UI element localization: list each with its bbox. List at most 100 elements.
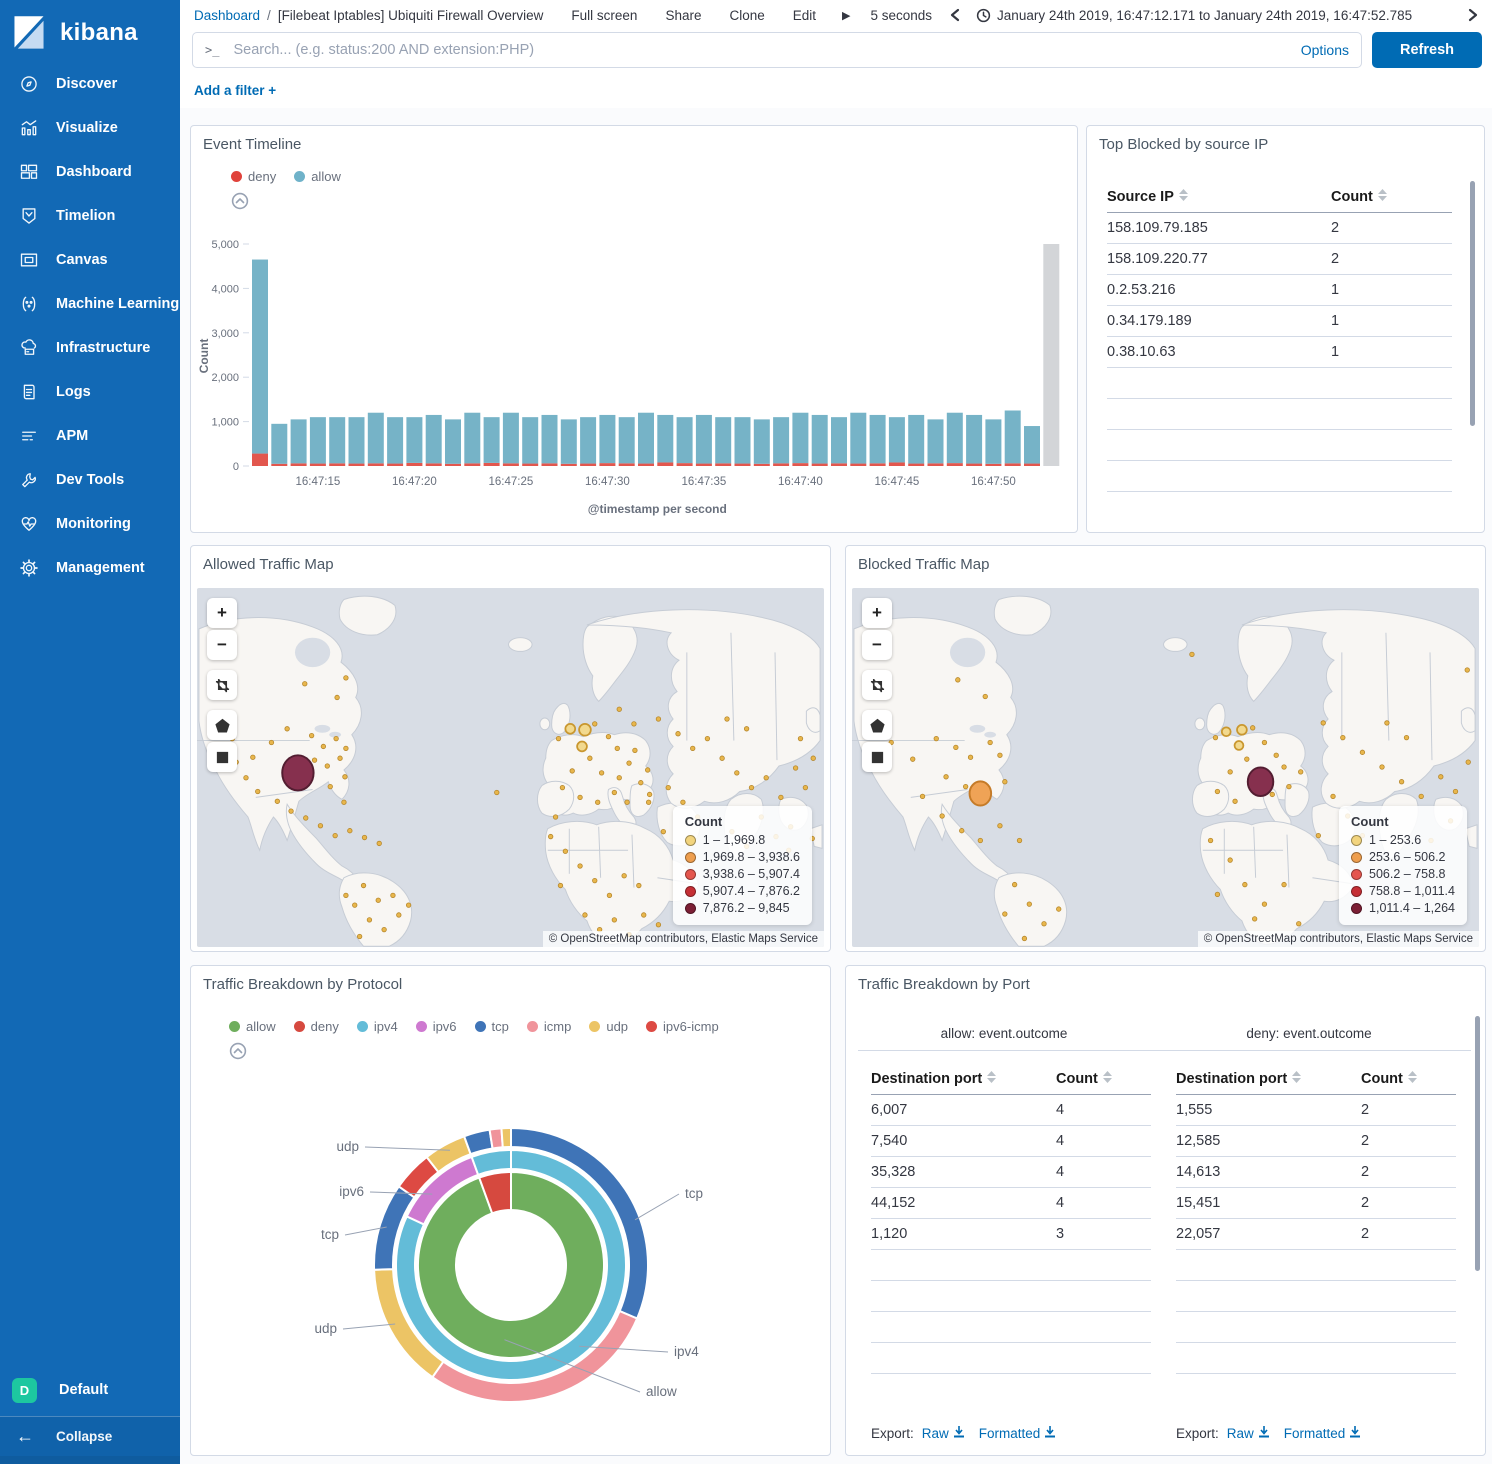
management-icon [18, 557, 40, 579]
legend-item[interactable]: icmp [527, 1019, 571, 1034]
menu-clone[interactable]: Clone [729, 8, 764, 23]
time-back-icon[interactable] [950, 8, 960, 22]
scrollbar[interactable] [1470, 181, 1475, 426]
legend-label: 1,011.4 – 1,264 [1369, 900, 1455, 917]
kibana-logo[interactable]: kibana [0, 0, 180, 62]
options-link[interactable]: Options [1301, 42, 1349, 58]
sidebar-item-apm[interactable]: APM [0, 414, 180, 458]
sidebar-item-discover[interactable]: Discover [0, 62, 180, 106]
column-header[interactable]: Count [1056, 1071, 1098, 1087]
refresh-button[interactable]: Refresh [1372, 32, 1482, 68]
legend-label: ipv6 [433, 1019, 457, 1034]
legend-label: 253.6 – 506.2 [1369, 849, 1445, 866]
column-header[interactable]: Destination port [871, 1071, 982, 1087]
cell: 35,328 [871, 1164, 1056, 1180]
sidebar-item-label: Dev Tools [56, 472, 124, 488]
sidebar-item-visualize[interactable]: Visualize [0, 106, 180, 150]
breadcrumb-dashboard[interactable]: Dashboard [194, 8, 260, 23]
legend-item[interactable]: ipv4 [357, 1019, 398, 1034]
cell: 2 [1361, 1164, 1369, 1180]
cell: 0.34.179.189 [1107, 313, 1331, 329]
menu-edit[interactable]: Edit [793, 8, 816, 23]
export-raw-link[interactable]: Raw [1227, 1426, 1270, 1441]
sidebar-item-management[interactable]: Management [0, 546, 180, 590]
legend-collapse-icon[interactable] [231, 192, 249, 210]
legend-collapse-icon[interactable] [229, 1042, 247, 1060]
svg-text:16:47:20: 16:47:20 [392, 476, 437, 488]
zoom-in-button[interactable]: + [207, 598, 237, 628]
map-controls: +− [207, 598, 239, 774]
event-timeline-chart[interactable]: 01,0002,0003,0004,0005,000Count16:47:151… [195, 226, 1075, 526]
legend-label: icmp [544, 1019, 571, 1034]
search-input[interactable] [231, 41, 1290, 59]
cell: 1,120 [871, 1226, 1056, 1242]
sidebar-item-monitoring[interactable]: Monitoring [0, 502, 180, 546]
fit-bounds-button[interactable] [207, 670, 237, 700]
draw-rectangle-button[interactable] [207, 742, 237, 772]
legend-item[interactable]: allow [294, 169, 341, 184]
sidebar-item-dashboard[interactable]: Dashboard [0, 150, 180, 194]
table-row: 22,0572 [1176, 1219, 1456, 1250]
column-header[interactable]: Destination port [1176, 1071, 1287, 1087]
dev-tools-icon [18, 469, 40, 491]
legend-item[interactable]: ipv6 [416, 1019, 457, 1034]
column-header[interactable]: Source IP [1107, 189, 1174, 205]
refresh-interval[interactable]: 5 seconds [871, 8, 933, 23]
search-box[interactable]: >_ Options [192, 32, 1362, 68]
export-formatted-link[interactable]: Formatted [1284, 1426, 1362, 1441]
legend-swatch [685, 869, 696, 880]
monitoring-icon [18, 513, 40, 535]
space-selector[interactable]: D Default [0, 1370, 180, 1410]
map-legend-item: 3,938.6 – 5,907.4 [685, 866, 800, 883]
scrollbar[interactable] [1475, 1016, 1480, 1271]
map-attribution: © OpenStreetMap contributors, Elastic Ma… [1198, 931, 1479, 947]
export-raw-link[interactable]: Raw [922, 1426, 965, 1441]
legend-item[interactable]: deny [231, 169, 276, 184]
export-formatted-link[interactable]: Formatted [979, 1426, 1057, 1441]
sidebar-item-dev-tools[interactable]: Dev Tools [0, 458, 180, 502]
draw-polygon-button[interactable] [207, 710, 237, 740]
top-navigation-bar: Dashboard / [Filebeat Iptables] Ubiquiti… [180, 0, 1492, 30]
zoom-out-button[interactable]: − [207, 630, 237, 660]
add-filter-link[interactable]: Add a filter + [194, 83, 276, 98]
menu-share[interactable]: Share [665, 8, 701, 23]
sidebar-item-timelion[interactable]: Timelion [0, 194, 180, 238]
sidebar-item-canvas[interactable]: Canvas [0, 238, 180, 282]
sidebar-item-machine-learning[interactable]: Machine Learning [0, 282, 180, 326]
table-row: 158.109.220.772 [1107, 244, 1452, 275]
sidebar-collapse-button[interactable]: ← Collapse [0, 1416, 180, 1456]
column-header[interactable]: Count [1361, 1071, 1403, 1087]
legend-item[interactable]: udp [589, 1019, 628, 1034]
blocked-traffic-map[interactable]: +−Count1 – 253.6253.6 – 506.2506.2 – 758… [852, 588, 1479, 947]
time-forward-icon[interactable] [1468, 8, 1478, 22]
draw-polygon-button[interactable] [862, 710, 892, 740]
time-range[interactable]: January 24th 2019, 16:47:12.171 to Janua… [997, 8, 1412, 23]
export-row-deny: Export:RawFormatted [1176, 1426, 1361, 1441]
panel-event-timeline: Event Timeline denyallow 01,0002,0003,00… [190, 125, 1078, 533]
sidebar-item-logs[interactable]: Logs [0, 370, 180, 414]
menu-full-screen[interactable]: Full screen [571, 8, 637, 23]
sidebar-item-infrastructure[interactable]: Infrastructure [0, 326, 180, 370]
empty-row [1176, 1312, 1456, 1343]
legend-item[interactable]: tcp [475, 1019, 509, 1034]
dashboard-grid: Event Timeline denyallow 01,0002,0003,00… [180, 110, 1492, 1464]
legend-item[interactable]: allow [229, 1019, 276, 1034]
cell: 158.109.220.77 [1107, 251, 1331, 267]
play-icon[interactable]: ▶ [842, 9, 850, 22]
download-icon [1349, 1426, 1361, 1441]
zoom-out-button[interactable]: − [862, 630, 892, 660]
legend-item[interactable]: deny [294, 1019, 339, 1034]
fit-bounds-button[interactable] [862, 670, 892, 700]
column-header[interactable]: Count [1331, 189, 1373, 205]
zoom-in-button[interactable]: + [862, 598, 892, 628]
sort-icon [1292, 1071, 1301, 1083]
cell: 1 [1331, 313, 1339, 329]
legend-swatch [294, 1021, 305, 1032]
empty-row [871, 1250, 1151, 1281]
allowed-traffic-map[interactable]: +−Count1 – 1,969.81,969.8 – 3,938.63,938… [197, 588, 824, 947]
map-legend-item: 506.2 – 758.8 [1351, 866, 1455, 883]
draw-rectangle-button[interactable] [862, 742, 892, 772]
protocol-sunburst-chart[interactable]: tcpipv4allowudpipv6tcpudp [191, 1076, 832, 1451]
legend-item[interactable]: ipv6-icmp [646, 1019, 719, 1034]
map-legend-item: 1,011.4 – 1,264 [1351, 900, 1455, 917]
